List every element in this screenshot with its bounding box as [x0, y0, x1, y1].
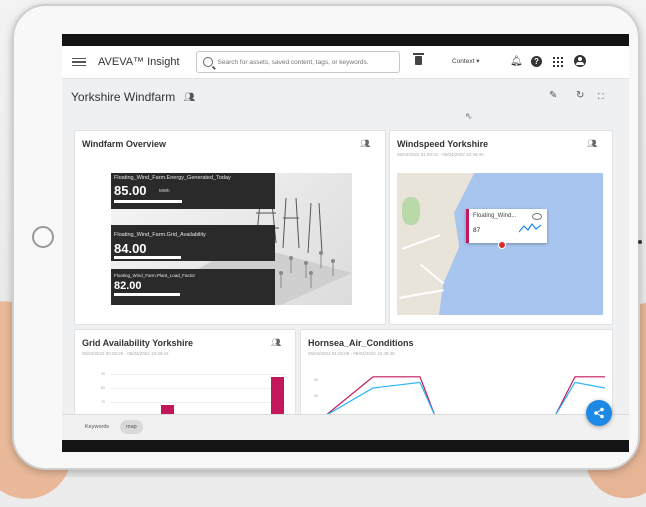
fullscreen-icon[interactable]: ⛶	[598, 92, 604, 102]
bell-icon[interactable]: 🔔︎	[510, 57, 523, 67]
eye-icon[interactable]	[532, 213, 542, 220]
kpi-progress-bar	[114, 200, 182, 203]
popup-value: 87	[473, 227, 481, 234]
people-icon[interactable]: 👥︎	[184, 92, 195, 103]
keywords-label: Keywords	[85, 424, 110, 430]
card-date-range: 05/04/2022 01:00:01 - 05/04/2022 10:49:4…	[397, 152, 484, 157]
sparkline	[519, 222, 541, 233]
map-pin-icon[interactable]	[498, 241, 506, 249]
share-icon	[594, 407, 604, 419]
keywords-bar: Keywords map	[62, 414, 629, 440]
kpi-value: 84.00	[114, 241, 147, 256]
dashboard-title-row: Yorkshire Windfarm 👥︎	[71, 90, 195, 104]
edit-icon[interactable]: ✎	[549, 90, 557, 101]
kpi-progress-bar	[114, 293, 180, 296]
tablet-frame: AVEVA™ Insight Context ▾ 🔔︎ ? Yorkshire …	[12, 4, 642, 470]
keyword-chip[interactable]: map	[120, 420, 143, 434]
kpi-plant-load-factor[interactable]: Floating_Wind_Farm.Plant_Load_Factor 82.…	[111, 269, 275, 305]
search-box[interactable]	[195, 51, 400, 73]
tablet-screen: AVEVA™ Insight Context ▾ 🔔︎ ? Yorkshire …	[62, 34, 629, 452]
card-date-range: 05/04/2022 00:00:25 - 05/04/2022 10:49:4…	[82, 351, 169, 356]
gridline	[111, 388, 286, 389]
share-button[interactable]	[586, 400, 612, 426]
kpi-label: Floating_Wind_Farm.Grid_Availability	[114, 232, 206, 238]
mouse-cursor-icon: ⇖	[465, 111, 473, 121]
kpi-progress-bar	[114, 256, 181, 259]
trash-icon[interactable]	[413, 53, 424, 65]
windspeed-yorkshire-card[interactable]: Windspeed Yorkshire 05/04/2022 01:00:01 …	[389, 130, 613, 325]
menu-icon[interactable]	[72, 57, 86, 67]
search-icon	[202, 57, 213, 67]
search-input[interactable]	[217, 58, 393, 66]
people-icon[interactable]: 👥︎	[587, 139, 597, 148]
tablet-sensor	[638, 240, 642, 244]
card-title: Hornsea_Air_Conditions	[308, 338, 414, 348]
card-date-range: 05/04/2022 01:02:09 - 05/04/2022 10:49:4…	[308, 351, 395, 356]
dashboard-title: Yorkshire Windfarm	[71, 90, 176, 104]
refresh-icon[interactable]: ↻	[576, 90, 584, 101]
card-title: Windspeed Yorkshire	[397, 139, 489, 149]
kpi-label: Floating_Wind_Farm.Plant_Load_Factor	[114, 273, 196, 278]
card-title: Grid Availability Yorkshire	[82, 338, 194, 348]
windfarm-scene-image: Floating_Wind_Farm.Energy_Generated_Toda…	[111, 173, 352, 305]
y-tick-label: 80	[101, 386, 105, 390]
gridline	[111, 402, 286, 403]
map-view[interactable]: Floating_Wind... 87	[397, 173, 603, 315]
kpi-energy-generated[interactable]: Floating_Wind_Farm.Energy_Generated_Toda…	[111, 173, 275, 209]
context-dropdown[interactable]: Context ▾	[452, 57, 479, 65]
kpi-value: 85.00	[114, 183, 147, 198]
kpi-unit: MWh	[159, 188, 170, 193]
app-brand: AVEVA™ Insight	[98, 56, 180, 68]
card-title: Windfarm Overview	[82, 139, 166, 149]
y-tick-label: 70	[101, 400, 105, 404]
gridline	[111, 374, 286, 375]
map-park	[402, 197, 420, 225]
tablet-camera	[32, 226, 54, 248]
kpi-label: Floating_Wind_Farm.Energy_Generated_Toda…	[114, 175, 231, 181]
y-tick-label: 90	[101, 372, 105, 376]
kpi-value: 82.00	[114, 280, 142, 292]
popup-tag-name: Floating_Wind...	[473, 213, 517, 219]
map-tag-popup[interactable]: Floating_Wind... 87	[466, 209, 547, 243]
app-window: AVEVA™ Insight Context ▾ 🔔︎ ? Yorkshire …	[62, 46, 629, 440]
kpi-grid-availability[interactable]: Floating_Wind_Farm.Grid_Availability 84.…	[111, 225, 275, 261]
top-navigation-bar: AVEVA™ Insight Context ▾ 🔔︎ ?	[62, 46, 629, 79]
series-line-0	[325, 376, 605, 417]
people-icon[interactable]: 👥︎	[360, 139, 370, 148]
people-icon[interactable]: 👥︎	[271, 338, 281, 347]
y-tick-label: 40	[314, 378, 318, 382]
windfarm-overview-card[interactable]: Windfarm Overview 👥︎ Floating_Wind_Farm.…	[74, 130, 386, 325]
help-icon[interactable]: ?	[531, 56, 542, 67]
y-tick-label: 30	[314, 394, 318, 398]
apps-grid-icon[interactable]	[553, 57, 563, 67]
account-icon[interactable]	[574, 55, 586, 67]
